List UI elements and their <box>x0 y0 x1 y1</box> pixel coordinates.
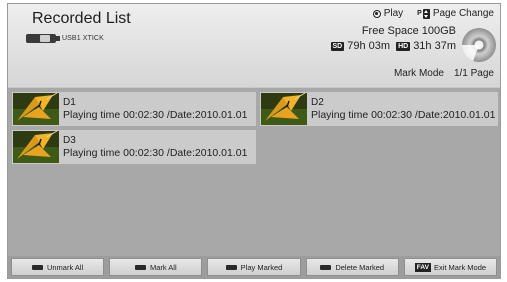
fav-key-icon: FAV <box>414 262 431 272</box>
page-up-down-icon: P <box>417 8 430 19</box>
delete-marked-label: Delete Marked <box>335 262 385 272</box>
mark-all-button[interactable]: Mark All <box>109 258 203 276</box>
recording-info: Playing time 00:02:30 /Date:2010.01.01 <box>63 109 248 121</box>
unmark-all-label: Unmark All <box>46 262 84 272</box>
header: Recorded List USB1 XTICK Play P Page Cha… <box>8 4 500 88</box>
exit-mark-mode-label: Exit Mark Mode <box>433 262 487 272</box>
sd-badge: SD <box>330 41 345 51</box>
exit-mark-mode-button[interactable]: FAV Exit Mark Mode <box>403 258 498 276</box>
play-marked-button[interactable]: Play Marked <box>207 258 301 276</box>
play-marked-label: Play Marked <box>240 262 283 272</box>
green-key-icon <box>134 264 146 270</box>
mark-all-label: Mark All <box>149 262 177 272</box>
usb-device-label: USB1 XTICK <box>62 35 104 42</box>
disc-usage-slice <box>462 28 496 62</box>
butterfly-thumbnail <box>13 131 59 163</box>
unmark-all-button[interactable]: Unmark All <box>11 258 105 276</box>
hd-badge: HD <box>396 41 411 51</box>
blue-key-icon <box>320 264 332 270</box>
recording-info: Playing time 00:02:30 /Date:2010.01.01 <box>311 109 496 121</box>
list-item[interactable]: D2 Playing time 00:02:30 /Date:2010.01.0… <box>260 92 498 126</box>
hd-remaining-time: 31h 37m <box>413 40 456 52</box>
footer-buttons: Unmark All Mark All Play Marked Delete M… <box>8 256 500 278</box>
key-hints: Play P Page Change <box>372 8 494 19</box>
delete-marked-button[interactable]: Delete Marked <box>305 258 399 276</box>
recording-title: D2 <box>311 97 324 108</box>
butterfly-thumbnail <box>13 93 59 125</box>
red-key-icon <box>31 264 43 270</box>
recording-info: Playing time 00:02:30 /Date:2010.01.01 <box>63 147 248 159</box>
list-item[interactable]: D3 Playing time 00:02:30 /Date:2010.01.0… <box>12 130 256 164</box>
remaining-times: SD 79h 03m HD 31h 37m <box>330 40 456 52</box>
page-change-hint-label: Page Change <box>432 8 494 19</box>
sd-remaining-time: 79h 03m <box>347 40 391 52</box>
usb-device: USB1 XTICK <box>26 34 104 43</box>
recording-title: D1 <box>63 97 76 108</box>
page-indicator: 1/1 Page <box>453 68 494 79</box>
butterfly-thumbnail <box>261 93 307 125</box>
page-title: Recorded List <box>32 10 131 27</box>
recorded-list-window: Recorded List USB1 XTICK Play P Page Cha… <box>7 3 501 279</box>
usb-icon <box>26 34 60 43</box>
mark-mode-status: Mark Mode 1/1 Page <box>394 68 494 79</box>
yellow-key-icon <box>225 264 237 270</box>
list-item[interactable]: D1 Playing time 00:02:30 /Date:2010.01.0… <box>12 92 256 126</box>
recording-title: D3 <box>63 135 76 146</box>
recordings-list: D1 Playing time 00:02:30 /Date:2010.01.0… <box>8 88 500 256</box>
free-space-label: Free Space 100GB <box>361 25 456 37</box>
radio-dot-icon <box>372 9 381 18</box>
play-hint-label: Play <box>383 8 404 19</box>
mark-mode-label: Mark Mode <box>393 68 444 79</box>
